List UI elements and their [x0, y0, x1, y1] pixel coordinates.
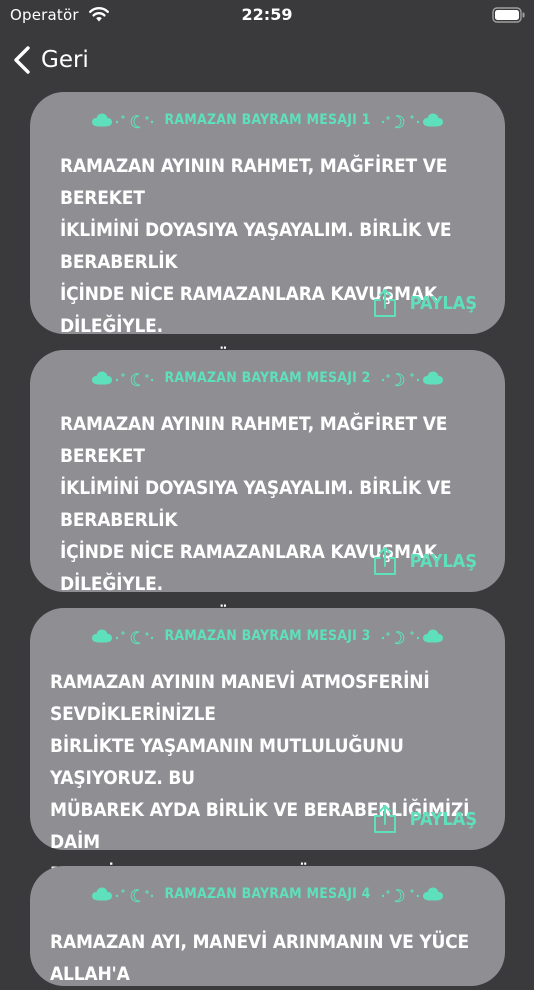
card-title: RAMAZAN BAYRAM MESAJI 3	[164, 628, 371, 644]
share-icon	[373, 547, 396, 575]
moon-cloud-ornament-icon	[381, 629, 443, 645]
moon-cloud-ornament-icon	[381, 371, 443, 387]
card-title: RAMAZAN BAYRAM MESAJI 1	[164, 112, 371, 128]
clock-time: 22:59	[241, 5, 293, 24]
share-icon	[373, 805, 396, 833]
card-message: RAMAZAN AYININ RAHMET, MAĞFİRET VE BEREK…	[60, 408, 483, 632]
card-title-row: RAMAZAN BAYRAM MESAJI 3	[30, 624, 505, 648]
moon-cloud-ornament-icon	[92, 113, 154, 129]
card-message: RAMAZAN AYININ RAHMET, MAĞFİRET VE BEREK…	[60, 150, 483, 374]
card-message: RAMAZAN AYI, MANEVİ ARINMANIN VE YÜCE AL…	[50, 926, 487, 990]
card-title: RAMAZAN BAYRAM MESAJI 2	[164, 370, 371, 386]
moon-cloud-ornament-icon	[92, 887, 154, 903]
message-line: İKLİMİNİ DOYASIYA YAŞAYALIM. BİRLİK VE B…	[60, 477, 452, 531]
share-button[interactable]: PAYLAŞ	[372, 801, 477, 837]
chevron-left-icon	[14, 46, 30, 74]
message-line: İKLİMİNİ DOYASIYA YAŞAYALIM. BİRLİK VE B…	[60, 219, 452, 273]
message-card: RAMAZAN BAYRAM MESAJI 2 RAMAZAN AYININ R…	[30, 350, 505, 627]
moon-cloud-ornament-icon	[381, 113, 443, 129]
card-message: RAMAZAN AYININ MANEVİ ATMOSFERİNİ SEVDİK…	[50, 666, 487, 890]
share-button[interactable]: PAYLAŞ	[372, 543, 477, 579]
card-title-row: RAMAZAN BAYRAM MESAJI 1	[30, 108, 505, 132]
share-label: PAYLAŞ	[409, 550, 477, 572]
card-title: RAMAZAN BAYRAM MESAJI 4	[164, 886, 371, 902]
share-button[interactable]: PAYLAŞ	[372, 285, 477, 321]
moon-cloud-ornament-icon	[92, 629, 154, 645]
moon-cloud-ornament-icon	[92, 371, 154, 387]
message-card: RAMAZAN BAYRAM MESAJI 4 RAMAZAN AYI, MAN…	[30, 866, 505, 986]
card-title-row: RAMAZAN BAYRAM MESAJI 2	[30, 366, 505, 390]
message-line: RAMAZAN AYININ RAHMET, MAĞFİRET VE BEREK…	[60, 413, 448, 467]
battery-icon	[492, 7, 525, 23]
share-label: PAYLAŞ	[409, 292, 477, 314]
message-line: BİRLİKTE YAŞAMANIN MUTLULUĞUNU YAŞIYORUZ…	[50, 735, 404, 789]
status-bar: Operatör 22:59	[0, 0, 534, 32]
message-line: RAMAZAN AYININ MANEVİ ATMOSFERİNİ SEVDİK…	[50, 671, 430, 725]
message-card: RAMAZAN BAYRAM MESAJI 3 RAMAZAN AYININ M…	[30, 608, 505, 885]
message-card: RAMAZAN BAYRAM MESAJI 1 RAMAZAN AYININ R…	[30, 92, 505, 369]
card-title-row: RAMAZAN BAYRAM MESAJI 4	[30, 882, 505, 906]
back-button[interactable]: Geri	[10, 44, 89, 76]
navigation-bar: Geri	[0, 40, 200, 80]
moon-cloud-ornament-icon	[381, 887, 443, 903]
message-line: RAMAZAN AYININ RAHMET, MAĞFİRET VE BEREK…	[60, 155, 448, 209]
message-line: RAMAZAN AYI, MANEVİ ARINMANIN VE YÜCE AL…	[50, 931, 470, 985]
share-label: PAYLAŞ	[409, 808, 477, 830]
share-icon	[373, 289, 396, 317]
back-label: Geri	[41, 47, 89, 73]
